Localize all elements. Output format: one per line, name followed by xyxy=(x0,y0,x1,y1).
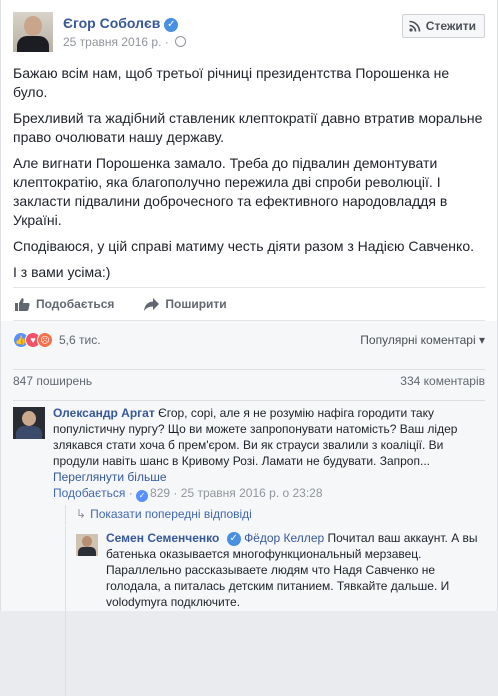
author-name[interactable]: Єгор Соболєв xyxy=(63,15,160,31)
commenter-name[interactable]: Олександр Аргат xyxy=(53,406,155,420)
see-more-link[interactable]: Переглянути більше xyxy=(53,470,167,484)
post-header: Єгор Соболєв ✓ 25 травня 2016 р. · Стежит… xyxy=(13,12,485,56)
post-date[interactable]: 25 травня 2016 р. xyxy=(63,35,161,49)
comment-sort-dropdown[interactable]: Популярні коментарі ▾ xyxy=(360,333,485,347)
post-paragraph: Але вигнати Порошенка замало. Треба до п… xyxy=(13,155,448,228)
follow-label: Стежити xyxy=(425,19,476,33)
post-body: Бажаю всім нам, щоб третьої річниці през… xyxy=(13,64,483,289)
tagged-user[interactable]: Фёдор Келлер xyxy=(244,531,324,545)
commenter-avatar[interactable] xyxy=(13,407,45,439)
thumbs-up-icon xyxy=(15,298,30,311)
post-paragraph: Бажаю всім нам, щоб третьої річниці през… xyxy=(13,65,450,100)
author-name-row: Єгор Соболєв ✓ xyxy=(63,15,179,32)
comment-body: Олександр Аргат Єгор, сорі, але я не роз… xyxy=(53,405,485,485)
meta-separator: · xyxy=(128,486,133,500)
chevron-down-icon: ▾ xyxy=(478,333,485,347)
share-label: Поширити xyxy=(165,297,227,311)
post-actions: Подобається Поширити xyxy=(13,287,485,321)
author-avatar[interactable] xyxy=(13,12,53,52)
post-paragraph: І з вами усіма:) xyxy=(13,264,111,280)
comment: Олександр Аргат Єгор, сорі, але я не роз… xyxy=(13,400,485,696)
shares-count[interactable]: 847 поширень xyxy=(13,374,92,388)
share-button[interactable]: Поширити xyxy=(142,297,227,311)
reply-body: Семен Семенченко ✓ Фёдор Келлер Почитал … xyxy=(106,530,486,610)
counts-row: 847 поширень 334 коментарів xyxy=(13,369,485,388)
feedback-section: 👍 ♥ ☹ 5,6 тис. Популярні коментарі ▾ 847… xyxy=(1,321,497,696)
comment-meta: Подобається · ✓ 829 · 25 травня 2016 р. о… xyxy=(53,486,323,502)
sort-label: Популярні коментарі xyxy=(360,333,476,347)
verified-icon: ✓ xyxy=(226,532,241,546)
globe-icon xyxy=(174,36,186,47)
reactions-count[interactable]: 5,6 тис. xyxy=(59,333,101,347)
share-arrow-icon xyxy=(144,297,160,311)
post-meta: 25 травня 2016 р. · xyxy=(63,35,186,49)
previous-replies-label: Показати попередні відповіді xyxy=(90,507,252,521)
comments-count[interactable]: 334 коментарів xyxy=(400,374,485,388)
reply: Семен Семенченко ✓ Фёдор Келлер Почитал … xyxy=(65,526,478,696)
reply-arrow-icon: ↳ xyxy=(76,507,87,521)
comment-like-count[interactable]: 829 xyxy=(150,486,170,500)
reactions-row: 👍 ♥ ☹ 5,6 тис. Популярні коментарі ▾ xyxy=(13,329,485,351)
meta-separator: · xyxy=(173,486,178,500)
like-mini-icon: ✓ xyxy=(136,490,149,502)
comment-timestamp[interactable]: 25 травня 2016 р. о 23:28 xyxy=(181,486,323,500)
like-button[interactable]: Подобається xyxy=(13,297,114,311)
angry-reaction-icon: ☹ xyxy=(37,332,53,348)
post-paragraph: Сподіваюся, у цій справі матиму честь ді… xyxy=(13,238,474,254)
rss-icon xyxy=(409,20,421,32)
post-paragraph: Брехливий та жадібний ставленик клептокр… xyxy=(13,110,483,145)
like-label: Подобається xyxy=(36,297,115,311)
reply-avatar[interactable] xyxy=(76,534,98,556)
post-card: Єгор Соболєв ✓ 25 травня 2016 р. · Стежит… xyxy=(0,0,498,696)
follow-button[interactable]: Стежити xyxy=(401,14,485,38)
show-previous-replies[interactable]: ↳ Показати попередні відповіді xyxy=(65,505,252,525)
comment-like-link[interactable]: Подобається xyxy=(53,486,125,500)
reply-author[interactable]: Семен Семенченко xyxy=(106,531,219,545)
verified-icon: ✓ xyxy=(164,18,179,32)
